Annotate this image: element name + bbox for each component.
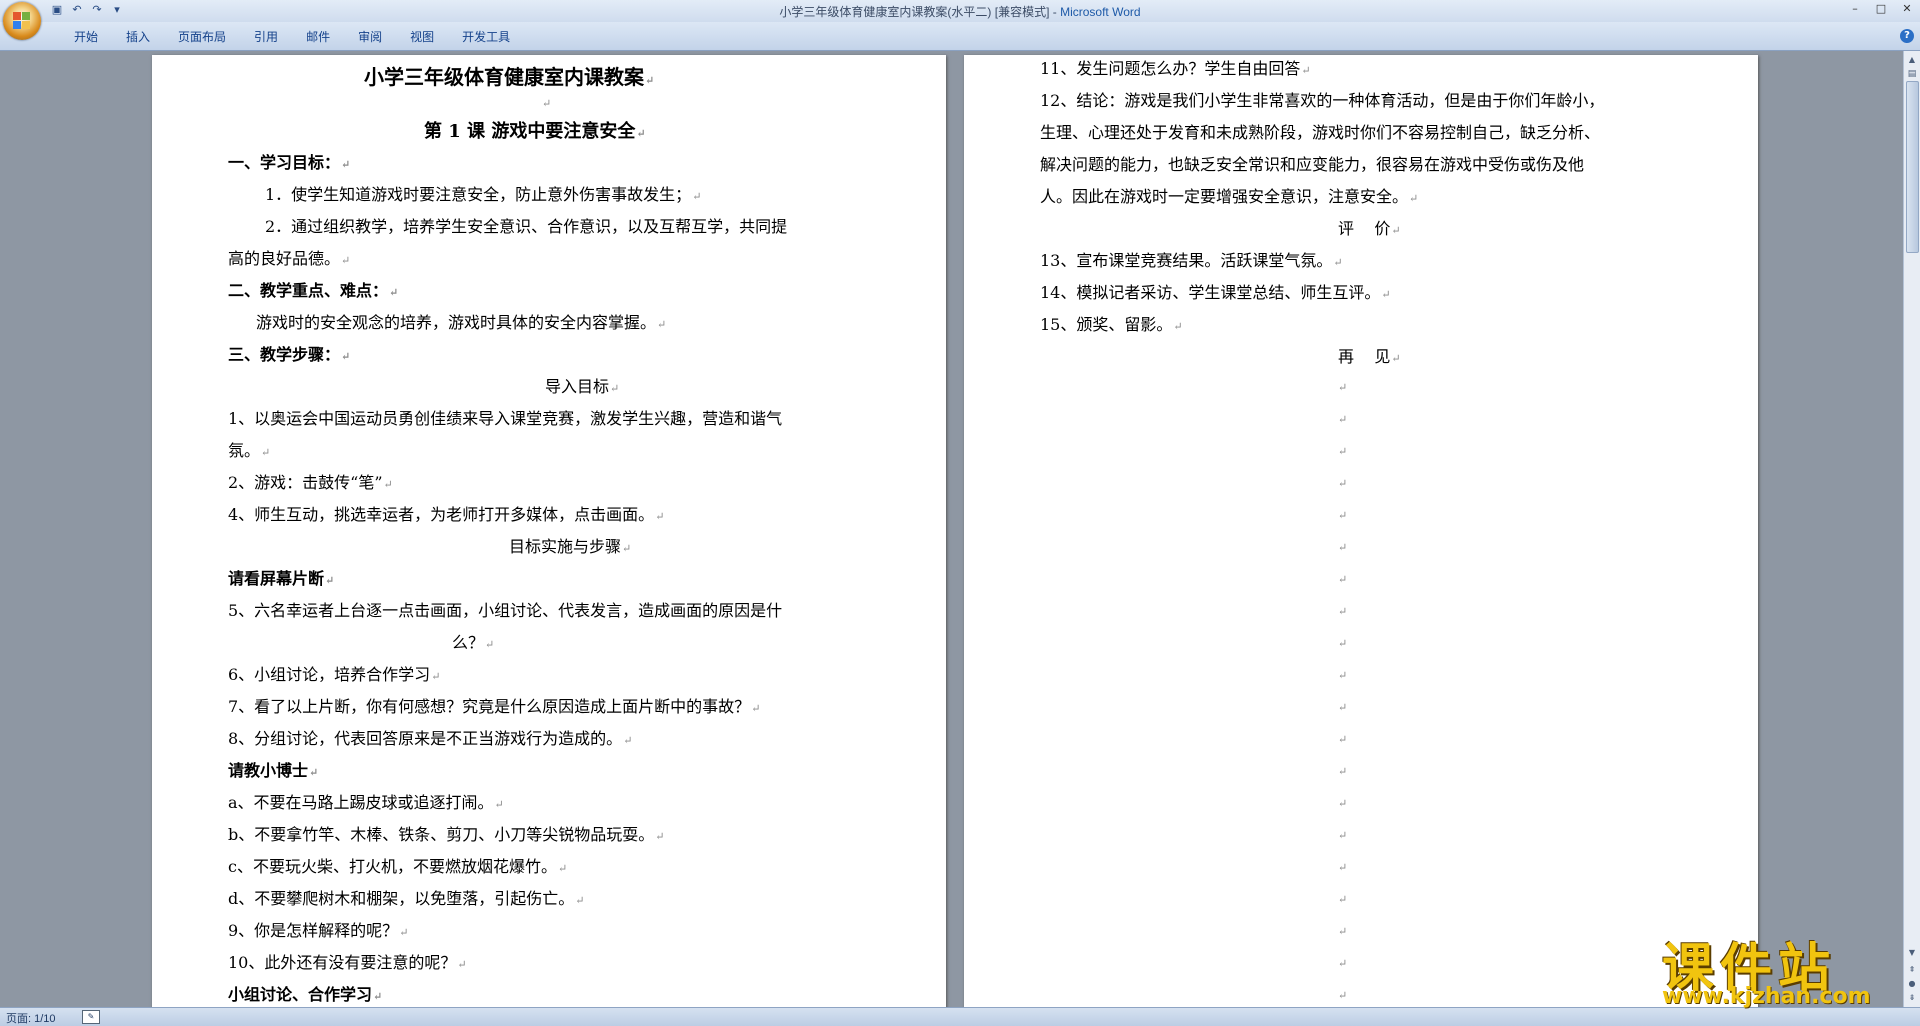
tab-review[interactable]: 审阅	[344, 28, 396, 46]
paragraph-mark: ↵	[1338, 957, 1348, 970]
document-workspace: 小学三年级体育健康室内课教案↵ ↵ 第 1 课 游戏中要注意安全↵ 一、学习目标…	[0, 51, 1904, 1007]
body-text: 9、你是怎样解释的呢？↵	[228, 921, 409, 940]
status-bar: 页面: 1/10 ✎	[0, 1007, 1920, 1026]
scroll-thumb[interactable]	[1906, 81, 1919, 253]
paragraph-mark: ↵	[1338, 989, 1348, 1002]
body-text: 5、六名幸运者上台逐一点击画面，小组讨论、代表发言，造成画面的原因是什	[228, 601, 783, 620]
scroll-down-icon[interactable]: ▼	[1905, 946, 1919, 960]
vertical-scrollbar[interactable]: ▲ ▤ ▼ ⇞ ● ⇟	[1903, 51, 1920, 1007]
body-text: 生理、心理还处于发育和未成熟阶段，游戏时你们不容易控制自己，缺乏分析、	[1040, 123, 1601, 142]
list-item: c、不要玩火柴、打火机，不要燃放烟花爆竹。↵	[228, 857, 568, 876]
bold-heading: 请教小博士↵	[228, 761, 319, 780]
document-title-heading: 小学三年级体育健康室内课教案↵	[364, 65, 655, 89]
body-text: 1．使学生知道游戏时要注意安全，防止意外伤害事故发生；↵	[265, 185, 702, 204]
section-heading: 一、学习目标：↵	[228, 153, 351, 172]
window-title: 小学三年级体育健康室内课教案(水平二) [兼容模式] - Microsoft W…	[0, 3, 1920, 20]
close-button[interactable]: ✕	[1898, 1, 1916, 17]
body-text: 12、结论：游戏是我们小学生非常喜欢的一种体育活动，但是由于你们年龄小，	[1040, 91, 1605, 110]
maximize-button[interactable]: □	[1872, 1, 1890, 17]
body-text: 2．通过组织教学，培养学生安全意识、合作意识，以及互帮互学，共同提	[265, 217, 788, 236]
subheading: 目标实施与步骤↵	[509, 537, 632, 556]
paragraph-mark: ↵	[1338, 861, 1348, 874]
paragraph-mark: ↵	[1338, 669, 1348, 682]
title-bar: ▣ ↶ ↷ ▾ 小学三年级体育健康室内课教案(水平二) [兼容模式] - Mic…	[0, 0, 1920, 23]
tab-mailings[interactable]: 邮件	[292, 28, 344, 46]
body-text: 高的良好品德。↵	[228, 249, 351, 268]
paragraph-mark: ↵	[1338, 509, 1348, 522]
body-text: 人。因此在游戏时一定要增强安全意识，注意安全。↵	[1040, 187, 1419, 206]
next-page-icon[interactable]: ⇟	[1905, 991, 1919, 1005]
paragraph-mark: ↵	[1338, 637, 1348, 650]
body-text: 1、以奥运会中国运动员勇创佳绩来导入课堂竞赛，激发学生兴趣，营造和谐气	[228, 409, 783, 428]
body-text: 4、师生互动，挑选幸运者，为老师打开多媒体，点击画面。↵	[228, 505, 665, 524]
paragraph-mark: ↵	[1338, 605, 1348, 618]
minimize-button[interactable]: –	[1846, 1, 1864, 17]
paragraph-mark: ↵	[1338, 701, 1348, 714]
body-text: 游戏时的安全观念的培养，游戏时具体的安全内容掌握。↵	[256, 313, 667, 332]
body-text: 8、分组讨论，代表回答原来是不正当游戏行为造成的。↵	[228, 729, 633, 748]
body-text: 15、颁奖、留影。↵	[1040, 315, 1183, 334]
list-item: d、不要攀爬树木和棚架，以免堕落，引起伤亡。↵	[228, 889, 585, 908]
paragraph-mark: ↵	[542, 97, 552, 110]
page-2[interactable]: 11、发生问题怎么办？学生自由回答↵ 12、结论：游戏是我们小学生非常喜欢的一种…	[964, 55, 1758, 1007]
section-heading: 二、教学重点、难点：↵	[228, 281, 399, 300]
paragraph-mark: ↵	[1338, 573, 1348, 586]
paragraph-mark: ↵	[1338, 541, 1348, 554]
ruler-toggle-icon[interactable]: ▤	[1905, 69, 1919, 79]
proofing-icon[interactable]: ✎	[82, 1010, 100, 1024]
office-logo-icon	[13, 12, 31, 30]
paragraph-mark: ↵	[1338, 829, 1348, 842]
lesson-heading: 第 1 课 游戏中要注意安全↵	[424, 121, 646, 142]
paragraph-mark: ↵	[1338, 797, 1348, 810]
body-text: 7、看了以上片断，你有何感想？究竟是什么原因造成上面片断中的事故？↵	[228, 697, 761, 716]
subheading: 评 价↵	[1338, 219, 1401, 238]
paragraph-mark: ↵	[1338, 893, 1348, 906]
page-counter[interactable]: 页面: 1/10	[6, 1010, 56, 1026]
tab-view[interactable]: 视图	[396, 28, 448, 46]
page-1[interactable]: 小学三年级体育健康室内课教案↵ ↵ 第 1 课 游戏中要注意安全↵ 一、学习目标…	[152, 55, 946, 1007]
tab-references[interactable]: 引用	[240, 28, 292, 46]
document-title: 小学三年级体育健康室内课教案(水平二) [兼容模式] -	[779, 5, 1061, 19]
scroll-up-icon[interactable]: ▲	[1905, 53, 1919, 67]
ribbon: 开始 插入 页面布局 引用 邮件 审阅 视图 开发工具 ?	[0, 22, 1920, 51]
list-item: b、不要拿竹竿、木棒、铁条、剪刀、小刀等尖锐物品玩耍。↵	[228, 825, 665, 844]
subheading: 再 见↵	[1338, 347, 1401, 366]
section-heading: 三、教学步骤：↵	[228, 345, 351, 364]
paragraph-mark: ↵	[1338, 413, 1348, 426]
body-text: 解决问题的能力，也缺乏安全常识和应变能力，很容易在游戏中受伤或伤及他	[1040, 155, 1585, 174]
subheading: 导入目标↵	[545, 377, 620, 396]
window-controls: – □ ✕	[1846, 1, 1916, 17]
paragraph-mark: ↵	[1338, 765, 1348, 778]
paragraph-mark: ↵	[1338, 445, 1348, 458]
previous-page-icon[interactable]: ⇞	[1905, 963, 1919, 977]
tab-home[interactable]: 开始	[60, 28, 112, 46]
body-text: 氛。↵	[228, 441, 271, 460]
paragraph-mark: ↵	[1338, 925, 1348, 938]
paragraph-mark: ↵	[1338, 477, 1348, 490]
browse-object-icon[interactable]: ●	[1905, 977, 1919, 991]
bold-heading: 请看屏幕片断↵	[228, 569, 335, 588]
body-text: 14、模拟记者采访、学生课堂总结、师生互评。↵	[1040, 283, 1391, 302]
watermark-logo: 课件站 www.kjzhan.com	[1662, 926, 1894, 1009]
ribbon-tabs: 开始 插入 页面布局 引用 邮件 审阅 视图 开发工具	[60, 28, 524, 46]
body-text: 6、小组讨论，培养合作学习↵	[228, 665, 441, 684]
body-text: 2、游戏：击鼓传“笔”↵	[228, 473, 393, 492]
body-text: 么？↵	[452, 633, 495, 652]
paragraph-mark: ↵	[1338, 381, 1348, 394]
app-name: Microsoft Word	[1060, 5, 1141, 19]
body-text: 13、宣布课堂竞赛结果。活跃课堂气氛。↵	[1040, 251, 1343, 270]
list-item: a、不要在马路上踢皮球或追逐打闹。↵	[228, 793, 504, 812]
office-button[interactable]	[3, 2, 41, 40]
bold-heading: 小组讨论、合作学习↵	[228, 985, 383, 1004]
body-text: 11、发生问题怎么办？学生自由回答↵	[1040, 59, 1311, 78]
tab-insert[interactable]: 插入	[112, 28, 164, 46]
help-icon[interactable]: ?	[1900, 29, 1914, 43]
tab-developer[interactable]: 开发工具	[448, 28, 524, 46]
body-text: 10、此外还有没有要注意的呢？↵	[228, 953, 467, 972]
paragraph-mark: ↵	[1338, 733, 1348, 746]
tab-page-layout[interactable]: 页面布局	[164, 28, 240, 46]
watermark-url: www.kjzhan.com	[1662, 984, 1871, 1009]
